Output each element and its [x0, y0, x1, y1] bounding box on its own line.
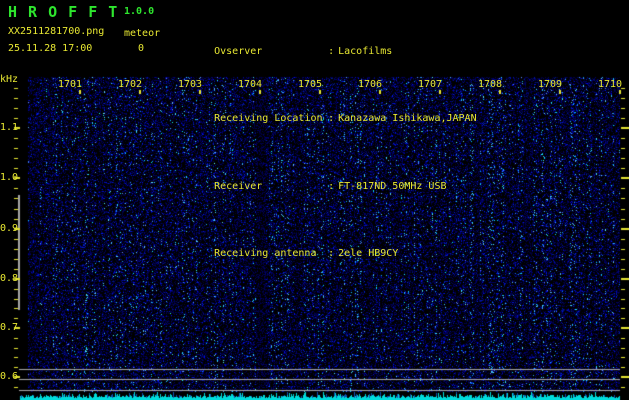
info-separator: : [328, 248, 335, 259]
info-row: Receiving antenna:2ele HB9CY [178, 234, 477, 275]
x-tick-label: 1703 [177, 79, 203, 90]
echo-count: 0 [138, 43, 145, 54]
y-tick-label: 1.1 [0, 122, 19, 133]
info-value: Kanazawa Ishikawa,JAPAN [338, 113, 477, 124]
observation-datetime: 25.11.28 17:00 [8, 43, 93, 54]
info-row: Receiver: FT-817ND 50MHz USB [178, 166, 477, 207]
y-tick-label: 0.9 [0, 223, 19, 234]
y-tick-label: 0.7 [0, 322, 19, 333]
x-tick-label: 1706 [357, 79, 383, 90]
x-tick-label: 1709 [537, 79, 563, 90]
output-filename: XX2511281700.png [8, 26, 105, 37]
info-separator: : [328, 113, 335, 124]
x-tick-label: 1705 [297, 79, 323, 90]
x-tick-label: 1707 [417, 79, 443, 90]
y-tick-label: 1.0 [0, 172, 19, 183]
info-label: Receiving antenna [214, 248, 317, 259]
khz-axis-unit: kHz [0, 74, 19, 85]
info-row: Receiving Location: Kanazawa Ishikawa,JAP… [178, 99, 477, 140]
info-label: Receiving Location [214, 113, 323, 124]
mode-label: meteor [124, 28, 161, 39]
info-row: Ovserver: Lacofilms [178, 31, 477, 72]
y-tick-label: 0.6 [0, 371, 19, 382]
app-version: 1.0.0 [124, 6, 155, 17]
app-title: H R O F F T [8, 3, 119, 21]
info-separator: : [328, 45, 335, 57]
info-value: FT-817ND 50MHz USB [338, 180, 447, 192]
hrofft-window: H R O F F T 1.0.0 XX2511281700.png meteo… [0, 0, 629, 400]
station-info-block: Ovserver: Lacofilms Receiving Location: Ka… [178, 4, 477, 301]
x-tick-label: 1702 [117, 79, 143, 90]
info-value: Lacofilms [338, 45, 393, 57]
info-value: 2ele HB9CY [338, 248, 399, 259]
x-tick-label: 1704 [237, 79, 263, 90]
x-tick-label: 1710 [597, 79, 623, 90]
x-tick-label: 1708 [477, 79, 503, 90]
x-tick-label: 1701 [57, 79, 83, 90]
y-tick-label: 0.8 [0, 273, 19, 284]
info-label: Ovserver [214, 45, 263, 57]
info-separator: : [328, 180, 335, 192]
info-label: Receiver [214, 180, 263, 192]
